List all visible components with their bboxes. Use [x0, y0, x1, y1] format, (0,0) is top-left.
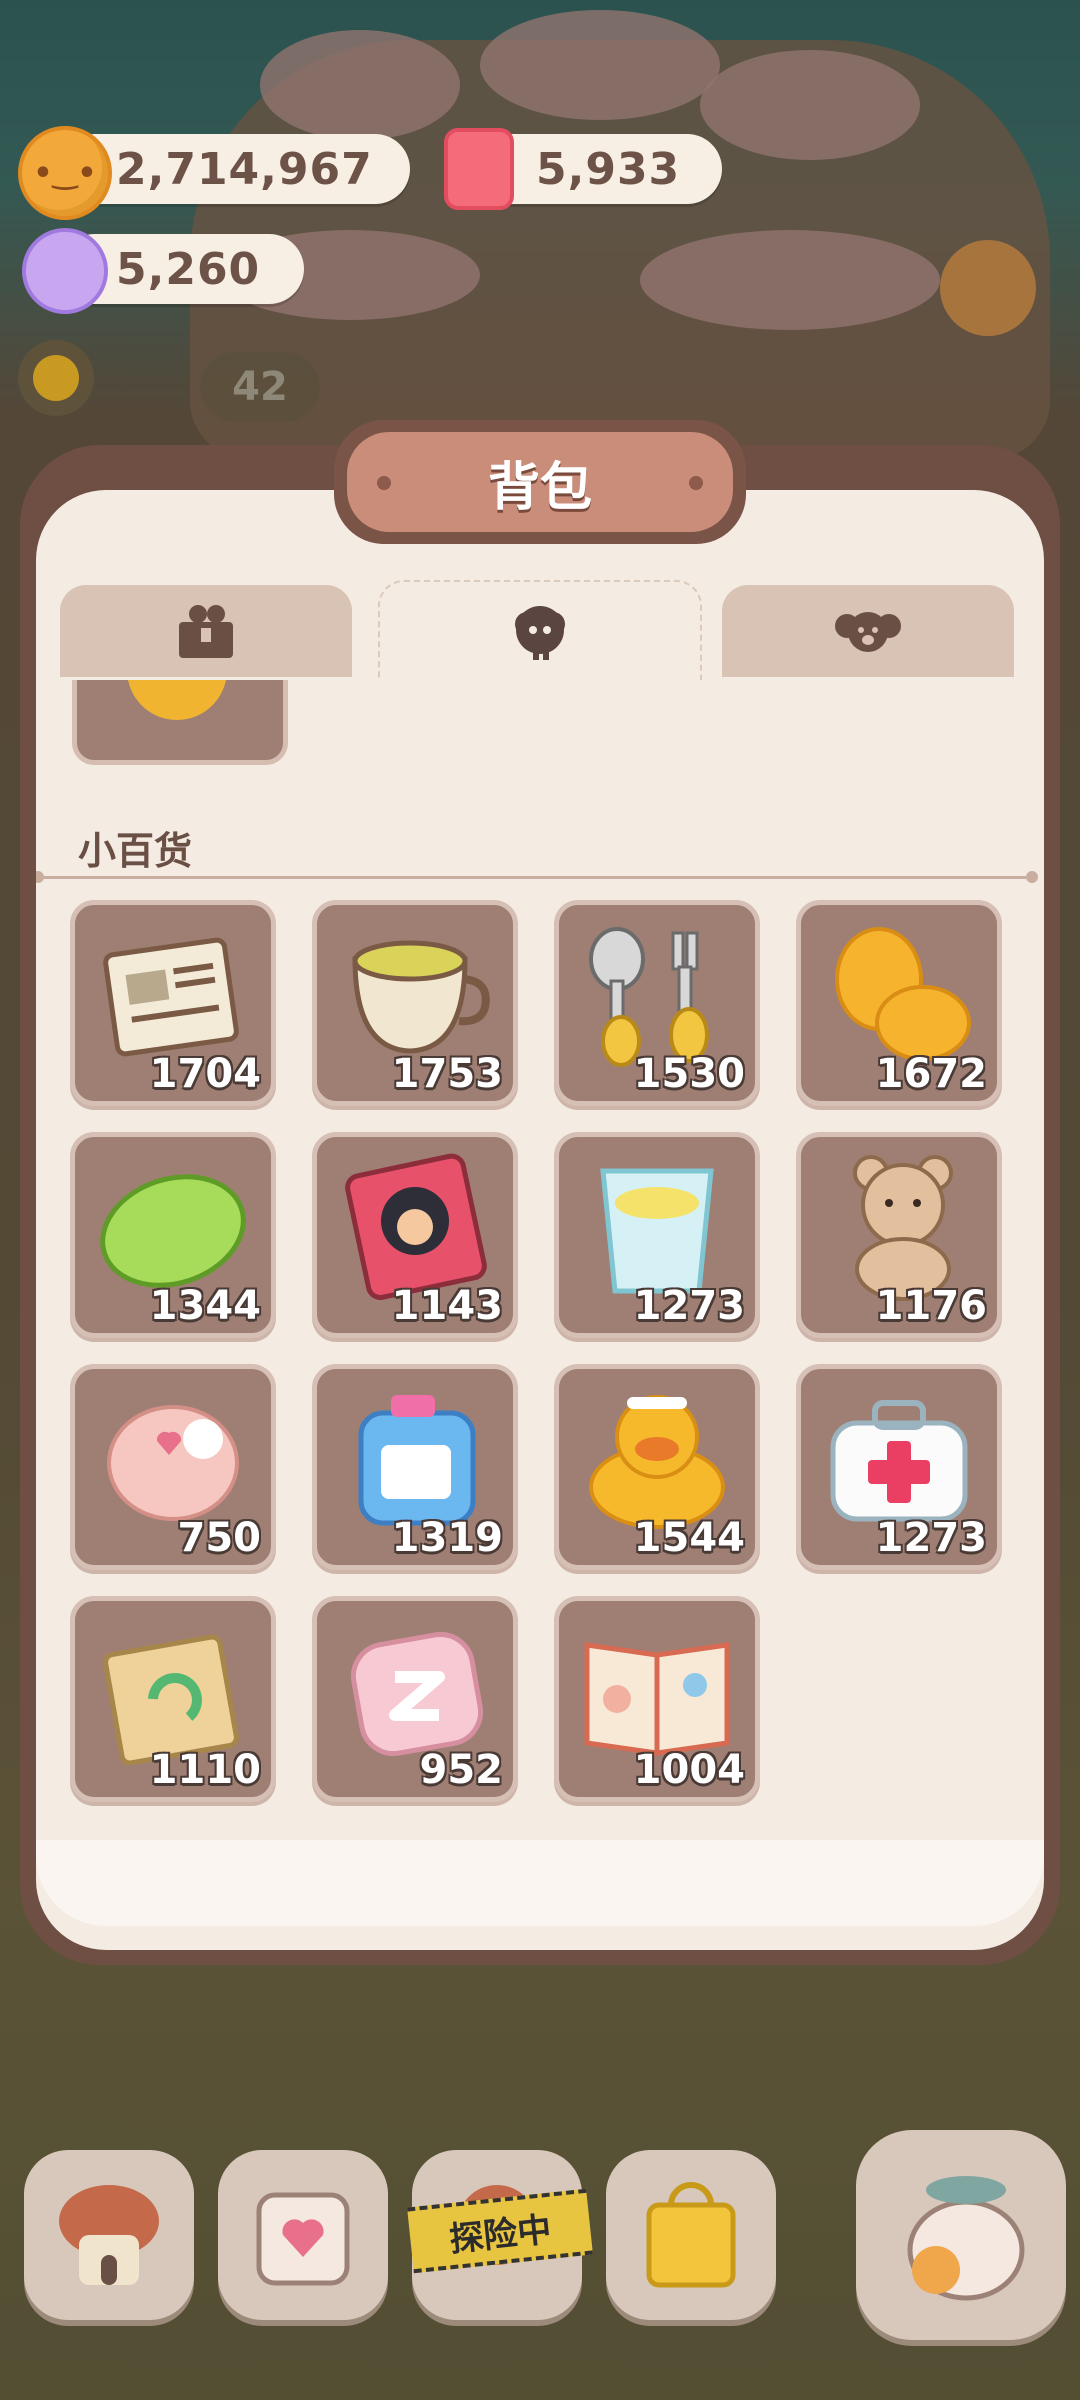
section-divider [36, 871, 1038, 883]
item-slot-detergent[interactable]: 1319 [312, 1364, 518, 1570]
nav-calendar-button[interactable] [218, 2150, 388, 2320]
nav-shop-button[interactable] [606, 2150, 776, 2320]
item-slot-teddy-bear[interactable]: 1176 [796, 1132, 1002, 1338]
calendar-heart-icon [256, 2192, 350, 2286]
item-slot-pillow[interactable]: 952 [312, 1596, 518, 1802]
soap-icon [100, 1174, 246, 1288]
nav-character-button[interactable] [856, 2130, 1066, 2340]
tab-box[interactable] [60, 585, 352, 677]
cookie-currency-pill[interactable]: 2,714,967 [60, 134, 410, 204]
item-count: 1319 [391, 1515, 503, 1561]
bath-puff-icon [107, 1405, 239, 1521]
item-slot-soap[interactable]: 1344 [70, 1132, 276, 1338]
bear-box-icon [179, 605, 233, 658]
house-icon [59, 2185, 159, 2285]
item-slot-lemon-water[interactable]: 1273 [554, 1132, 760, 1338]
item-count: 750 [177, 1515, 262, 1561]
first-aid-kit-icon [830, 1400, 968, 1522]
pillow-icon [350, 1631, 484, 1757]
level-badge: 42 [200, 352, 320, 422]
backpack-title-plate: 背包 [334, 420, 746, 544]
item-count: 1273 [633, 1283, 745, 1329]
tab-koala[interactable] [722, 585, 1014, 677]
candle-currency-value: 5,933 [536, 143, 681, 195]
item-count: 1143 [391, 1283, 503, 1329]
item-count: 1273 [875, 1515, 987, 1561]
list-footer [36, 1840, 1044, 1926]
fish-character-icon [907, 2176, 1025, 2301]
item-slot-tea-cup[interactable]: 1753 [312, 900, 518, 1106]
cookie-coin-icon: •‿• [18, 126, 112, 220]
cookie-cloud-icon [515, 606, 565, 660]
item-count: 1672 [875, 1051, 987, 1097]
teddy-bear-icon [853, 1155, 953, 1301]
item-slot-bath-puff[interactable]: 750 [70, 1364, 276, 1570]
item-slot-newspaper[interactable]: 1704 [70, 900, 276, 1106]
rubber-duck-icon [589, 1395, 725, 1529]
tea-cup-icon [352, 940, 490, 1054]
item-count: 1530 [633, 1051, 745, 1097]
item-slot-spoon-fork[interactable]: 1530 [554, 900, 760, 1106]
sun-icon[interactable] [18, 340, 94, 416]
shop-bag-icon [646, 2182, 736, 2288]
item-slot-rubber-duck[interactable]: 1544 [554, 1364, 760, 1570]
spoon-fork-icon [589, 927, 709, 1067]
item-slot-magazine[interactable]: 1004 [554, 1596, 760, 1802]
backpack-item-list[interactable]: 小百货 1704 1753 1530 1672 1344 1143 1273 1… [36, 680, 1044, 1840]
trophy-icon [127, 680, 227, 720]
storybook-icon [345, 1153, 487, 1300]
section-title: 小百货 [78, 829, 193, 873]
newspaper-icon [103, 937, 239, 1057]
trophy-item-slot[interactable] [72, 680, 288, 765]
item-slot-slippers[interactable]: 1672 [796, 900, 1002, 1106]
item-slot-first-aid-kit[interactable]: 1273 [796, 1364, 1002, 1570]
item-count: 1004 [633, 1747, 745, 1793]
item-count: 1176 [875, 1283, 987, 1329]
item-count: 952 [419, 1747, 504, 1793]
item-count: 1344 [149, 1283, 261, 1329]
detergent-icon [358, 1395, 476, 1526]
koala-icon [835, 612, 901, 652]
slippers-icon [835, 927, 971, 1061]
cookie-currency-value: 2,714,967 [116, 143, 373, 195]
candle-icon [444, 128, 514, 210]
item-count: 1753 [391, 1051, 503, 1097]
candy-currency-value: 5,260 [116, 243, 261, 295]
item-slot-storybook[interactable]: 1143 [312, 1132, 518, 1338]
nav-house-button[interactable] [24, 2150, 194, 2320]
flower-icon[interactable] [940, 240, 1036, 336]
tab-cookie[interactable] [378, 580, 702, 680]
item-count: 1704 [149, 1051, 261, 1097]
item-slot-recycle-bag[interactable]: 1110 [70, 1596, 276, 1802]
magazine-icon [584, 1642, 730, 1756]
lemon-water-icon [600, 1168, 714, 1294]
item-count: 1110 [149, 1747, 261, 1793]
recycle-bag-icon [103, 1634, 239, 1765]
candy-gem-icon [22, 228, 108, 314]
backpack-title: 背包 [487, 457, 592, 518]
item-count: 1544 [633, 1515, 745, 1561]
